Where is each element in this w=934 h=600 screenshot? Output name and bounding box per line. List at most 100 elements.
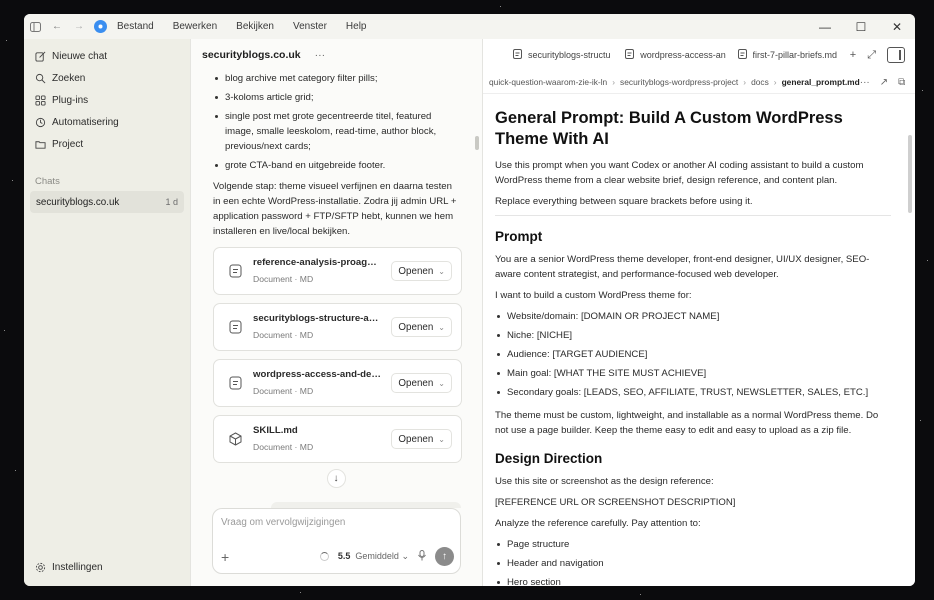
file-card[interactable]: SKILL.md Document · MD Openen ⌄ — [213, 415, 462, 463]
expand-icon[interactable]: ⤢ — [867, 49, 876, 62]
document-icon — [227, 319, 243, 335]
file-meta: Document · MD — [253, 330, 314, 340]
file-name: reference-analysis-proagen… — [253, 257, 382, 268]
chat-pane: securityblogs.co.uk ··· blog archive met… — [190, 39, 483, 586]
menu-venster[interactable]: Venster — [293, 21, 327, 32]
section-heading: Prompt — [495, 229, 543, 244]
sidebar-item-automation[interactable]: Automatisering — [30, 111, 184, 133]
menu-bekijken[interactable]: Bekijken — [236, 21, 274, 32]
breadcrumb-item[interactable]: docs — [751, 77, 769, 87]
microphone-icon[interactable] — [418, 550, 426, 563]
app-window: ← → Bestand Bewerken Bekijken Venster He… — [24, 14, 915, 586]
list-item: Main goal: [WHAT THE SITE MUST ACHIEVE] — [495, 366, 891, 381]
sidebar-item-plugins[interactable]: Plug-ins — [30, 89, 184, 111]
forward-arrow-icon[interactable]: → — [72, 20, 86, 34]
menu-bar: Bestand Bewerken Bekijken Venster Help — [117, 21, 366, 32]
maximize-button[interactable]: ☐ — [843, 14, 879, 39]
sidebar-item-label: Project — [52, 138, 84, 150]
background-star — [6, 40, 7, 41]
open-button-label: Openen — [398, 433, 434, 445]
list-item: Secondary goals: [LEADS, SEO, AFFILIATE,… — [495, 385, 891, 400]
background-star — [920, 420, 921, 421]
tab-first-7-pillar-briefs[interactable]: first-7-pillar-briefs.md — [737, 49, 850, 61]
sidebar-item-label: Zoeken — [52, 72, 86, 84]
list-item: Header and navigation — [495, 556, 891, 571]
list-item: Audience: [TARGET AUDIENCE] — [495, 347, 891, 362]
scroll-down-button[interactable]: ↓ — [326, 469, 346, 488]
background-star — [640, 594, 641, 595]
tab-label: wordpress-access-an — [640, 50, 726, 60]
panel-toggle-icon[interactable] — [887, 47, 905, 63]
paragraph: You are a senior WordPress theme develop… — [495, 254, 870, 280]
more-options-icon[interactable]: ··· — [860, 77, 870, 88]
document-scrollbar[interactable] — [908, 135, 912, 213]
sidebar-item-label: Nieuwe chat — [52, 50, 108, 62]
composer-input[interactable]: Vraag om vervolgwijzigingen — [221, 517, 452, 528]
chat-item-securityblogs[interactable]: securityblogs.co.uk 1 d — [30, 191, 184, 213]
background-star — [300, 592, 301, 593]
add-attachment-icon[interactable]: + — [221, 549, 229, 565]
copy-icon[interactable]: ⧉ — [898, 77, 905, 88]
settings-button[interactable]: Instellingen — [30, 556, 103, 578]
list-item: grote CTA-band en uitgebreide footer. — [213, 158, 462, 173]
sidebar-item-project[interactable]: Project — [30, 133, 184, 155]
file-card[interactable]: wordpress-access-and-depl… Document · MD… — [213, 359, 462, 407]
breadcrumb-item[interactable]: quick-question-waarom-zie-ik-ln — [489, 77, 607, 87]
paragraph: Replace everything between square bracke… — [495, 196, 753, 207]
open-button-label: Openen — [398, 265, 434, 277]
list-item: Website/domain: [DOMAIN OR PROJECT NAME] — [495, 309, 891, 324]
cube-icon — [227, 431, 243, 447]
open-external-icon[interactable]: ↗ — [880, 77, 888, 88]
paragraph: [REFERENCE URL OR SCREENSHOT DESCRIPTION… — [495, 497, 736, 508]
menu-help[interactable]: Help — [346, 21, 367, 32]
chat-scrollbar[interactable] — [475, 136, 479, 150]
new-tab-icon[interactable]: + — [850, 49, 856, 61]
breadcrumb: quick-question-waarom-zie-ik-ln › securi… — [483, 71, 915, 94]
divider — [495, 215, 891, 216]
background-star — [922, 90, 923, 91]
close-button[interactable]: ✕ — [879, 14, 915, 39]
file-name: securityblogs-structure-an… — [253, 313, 382, 324]
sidebar-toggle-icon[interactable] — [28, 20, 42, 34]
settings-label: Instellingen — [52, 561, 103, 573]
model-selector[interactable]: 5.5 Gemiddeld ⌄ — [338, 551, 409, 562]
list-item: Hero section — [495, 575, 891, 586]
list-item: 3-koloms article grid; — [213, 90, 462, 105]
title-bar: ← → Bestand Bewerken Bekijken Venster He… — [24, 14, 915, 39]
open-button[interactable]: Openen ⌄ — [391, 261, 452, 281]
file-meta: Document · MD — [253, 386, 314, 396]
open-button-label: Openen — [398, 321, 434, 333]
tab-wordpress-access[interactable]: wordpress-access-an — [625, 49, 737, 61]
file-card[interactable]: reference-analysis-proagen… Document · M… — [213, 247, 462, 295]
send-button[interactable]: ↑ — [435, 547, 454, 566]
model-version: 5.5 — [337, 551, 351, 561]
tab-securityblogs-structure[interactable]: securityblogs-structu — [513, 49, 625, 61]
chevron-down-icon: ⌄ — [438, 266, 445, 276]
more-options-icon[interactable]: ··· — [315, 49, 326, 61]
open-button[interactable]: Openen ⌄ — [391, 429, 452, 449]
search-icon — [35, 73, 46, 83]
menu-bewerken[interactable]: Bewerken — [173, 21, 217, 32]
document-pane: securityblogs-structu wordpress-access-a… — [483, 39, 915, 586]
menu-bestand[interactable]: Bestand — [117, 21, 154, 32]
sidebar-item-search[interactable]: Zoeken — [30, 67, 184, 89]
file-card[interactable]: securityblogs-structure-an… Document · M… — [213, 303, 462, 351]
sidebar-item-new-chat[interactable]: Nieuwe chat — [30, 45, 184, 67]
sidebar-item-label: Plug-ins — [52, 94, 89, 106]
document-icon — [513, 49, 522, 61]
open-button[interactable]: Openen ⌄ — [391, 317, 452, 337]
document-icon — [625, 49, 635, 61]
file-meta: Document · MD — [253, 442, 314, 452]
composer: Vraag om vervolgwijzigingen + 5.5 Gemidd… — [212, 508, 461, 574]
assistant-paragraph: Volgende stap: theme visueel verfijnen e… — [213, 181, 457, 237]
chevron-down-icon: ⌄ — [438, 434, 445, 444]
open-button[interactable]: Openen ⌄ — [391, 373, 452, 393]
paragraph: Use this prompt when you want Codex or a… — [495, 160, 864, 186]
chevron-down-icon: ⌄ — [438, 322, 445, 332]
breadcrumb-item[interactable]: securityblogs-wordpress-project — [620, 77, 738, 87]
minimize-button[interactable]: — — [807, 14, 843, 39]
back-arrow-icon[interactable]: ← — [50, 20, 64, 34]
list-item: Niche: [NICHE] — [495, 328, 891, 343]
background-star — [500, 6, 501, 7]
paragraph: The theme must be custom, lightweight, a… — [495, 410, 879, 436]
